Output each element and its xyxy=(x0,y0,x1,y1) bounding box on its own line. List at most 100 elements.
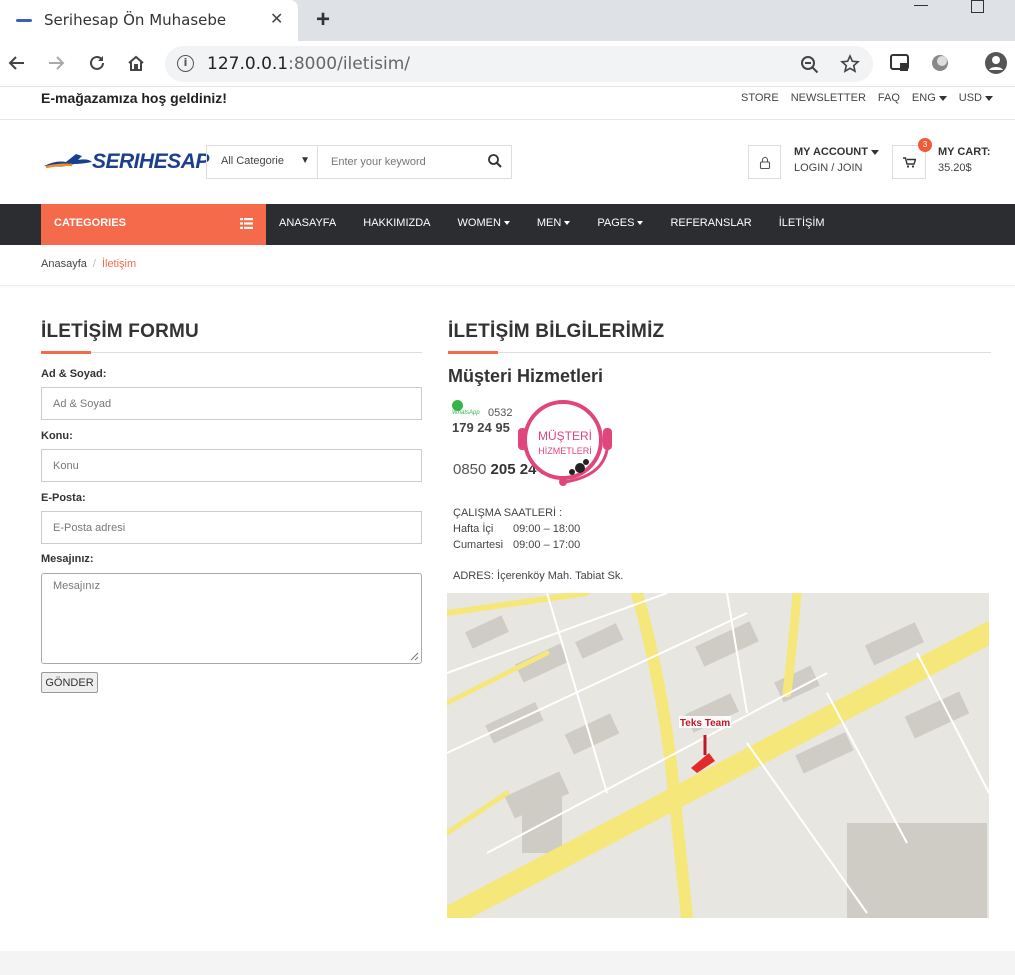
category-select[interactable]: All Categorie ▼ xyxy=(207,146,318,178)
horse-logo-icon xyxy=(44,154,92,169)
working-hours: ÇALIŞMA SAATLERİ : Hafta İçi 09:00 – 18:0… xyxy=(453,505,580,553)
list-icon xyxy=(240,218,253,229)
zoom-out-icon[interactable] xyxy=(800,55,820,75)
browser-tab[interactable]: Serihesap Ön Muhasebe ✕ xyxy=(0,0,298,41)
window-maximize-icon[interactable] xyxy=(971,0,984,13)
submit-button[interactable]: GÖNDER xyxy=(41,672,98,693)
bookmark-star-icon[interactable] xyxy=(840,54,860,74)
email-label: E-Posta: xyxy=(41,492,86,504)
reload-icon[interactable] xyxy=(87,53,107,73)
nav-item-hakkimizda[interactable]: HAKKIMIZDA xyxy=(363,217,430,229)
tab-title: Serihesap Ön Muhasebe xyxy=(44,11,227,29)
search-input[interactable] xyxy=(319,146,479,178)
breadcrumb: Anasayfa / İletişim xyxy=(41,258,136,270)
message-label: Mesajınız: xyxy=(41,553,94,565)
profile-avatar-icon[interactable] xyxy=(984,51,1008,75)
cart-total: 35.20$ xyxy=(938,162,972,174)
page-footer-band xyxy=(0,951,1015,975)
breadcrumb-home[interactable]: Anasayfa xyxy=(41,258,87,270)
customer-service-badge: MÜŞTERİ HİZMETLERİ xyxy=(518,400,612,486)
cart-title[interactable]: MY CART: xyxy=(938,146,990,158)
nav-item-iletisim[interactable]: İLETİŞİM xyxy=(779,217,825,229)
chevron-down-icon xyxy=(985,95,993,101)
badge-line-1: MÜŞTERİ xyxy=(538,429,592,443)
name-field[interactable] xyxy=(41,387,422,420)
welcome-message: E-mağazamıza hoş geldiniz! xyxy=(41,90,227,106)
language-dropdown[interactable]: ENG xyxy=(912,92,947,104)
resize-handle-icon[interactable] xyxy=(409,651,419,661)
address-text: ADRES: İçerenköy Mah. Tabiat Sk. xyxy=(453,570,624,582)
section-accent xyxy=(41,351,91,354)
whatsapp-number-prefix: 0532 xyxy=(488,407,513,419)
site-header: SERIHESAP All Categorie▼ MY ACCOUNT LOGI… xyxy=(0,120,1015,204)
tab-favicon-icon xyxy=(16,19,32,22)
nav-menu: ANASAYFA HAKKIMIZDA WOMEN MEN PAGES REFE… xyxy=(279,217,852,229)
nav-item-men[interactable]: MEN xyxy=(537,217,571,229)
tab-close-icon[interactable]: ✕ xyxy=(270,9,283,29)
breadcrumb-separator: / xyxy=(92,258,96,270)
login-join-link[interactable]: LOGIN / JOIN xyxy=(794,162,862,174)
nav-item-referanslar[interactable]: REFERANSLAR xyxy=(670,217,751,229)
back-icon[interactable] xyxy=(7,53,27,73)
search-icon[interactable] xyxy=(487,153,503,169)
extension-icon[interactable] xyxy=(929,52,951,74)
home-icon[interactable] xyxy=(126,53,146,73)
site-info-icon[interactable]: i xyxy=(177,55,194,72)
nav-item-women[interactable]: WOMEN xyxy=(458,217,510,229)
location-map[interactable]: Teks Team xyxy=(447,593,989,918)
cast-extension-icon[interactable] xyxy=(889,52,911,74)
chevron-down-icon xyxy=(938,95,947,101)
name-label: Ad & Soyad: xyxy=(41,368,107,380)
site-top-bar: E-mağazamıza hoş geldiniz! STORE NEWSLET… xyxy=(0,87,1015,120)
window-minimize-icon[interactable] xyxy=(914,5,928,6)
search-bar: All Categorie ▼ xyxy=(206,145,512,179)
main-nav: CATEGORIES ANASAYFA HAKKIMIZDA WOMEN MEN… xyxy=(0,204,1015,245)
address-bar[interactable]: i 127.0.0.1:8000/iletisim/ xyxy=(165,46,873,82)
section-divider xyxy=(448,352,991,353)
cart-count-badge: 3 xyxy=(918,138,932,152)
section-accent xyxy=(448,351,498,354)
new-tab-icon[interactable]: + xyxy=(316,6,330,34)
email-field[interactable] xyxy=(41,511,422,544)
contact-info-title: İLETİŞİM BİLGİLERİMİZ xyxy=(448,321,665,342)
message-field[interactable] xyxy=(41,573,422,664)
chevron-down-icon xyxy=(564,221,571,226)
section-divider xyxy=(41,352,422,353)
contact-form-title: İLETİŞİM FORMU xyxy=(41,321,199,342)
chevron-down-icon xyxy=(870,149,879,155)
top-links: STORE NEWSLETTER FAQ ENG USD xyxy=(741,92,993,104)
categories-button[interactable]: CATEGORIES xyxy=(41,204,266,245)
subject-label: Konu: xyxy=(41,430,73,442)
chevron-down-icon xyxy=(637,221,644,226)
browser-toolbar: i 127.0.0.1:8000/iletisim/ xyxy=(0,41,1015,87)
nav-item-anasayfa[interactable]: ANASAYFA xyxy=(279,217,336,229)
url-text[interactable]: 127.0.0.1:8000/iletisim/ xyxy=(207,54,410,74)
breadcrumb-divider xyxy=(0,285,1015,286)
account-dropdown[interactable]: MY ACCOUNT xyxy=(794,146,879,158)
breadcrumb-current: İletişim xyxy=(101,258,137,270)
forward-icon[interactable] xyxy=(46,53,66,73)
badge-line-2: HİZMETLERİ xyxy=(538,446,592,456)
lock-icon xyxy=(759,156,771,169)
currency-dropdown[interactable]: USD xyxy=(959,92,993,104)
hours-row: Cumartesi 09:00 – 17:00 xyxy=(453,539,581,551)
hours-row: Hafta İçi 09:00 – 18:00 xyxy=(453,523,581,535)
newsletter-link[interactable]: NEWSLETTER xyxy=(791,92,866,104)
map-marker-label: Teks Team xyxy=(680,718,730,729)
logo-text: SERIHESAP xyxy=(92,150,209,173)
account-button[interactable] xyxy=(748,145,781,179)
browser-tab-bar: Serihesap Ön Muhasebe ✕ + xyxy=(0,0,1015,41)
whatsapp-label: WhatsApp xyxy=(452,410,480,416)
hours-title: ÇALIŞMA SAATLERİ : xyxy=(453,507,563,519)
cart-icon xyxy=(903,157,916,168)
store-link[interactable]: STORE xyxy=(741,92,779,104)
site-logo[interactable]: SERIHESAP xyxy=(42,148,209,174)
nav-item-pages[interactable]: PAGES xyxy=(597,217,644,229)
chevron-down-icon xyxy=(503,221,510,226)
dropdown-triangle-icon: ▼ xyxy=(300,155,310,166)
subject-field[interactable] xyxy=(41,449,422,482)
customer-service-title: Müşteri Hizmetleri xyxy=(448,366,604,386)
whatsapp-number: 179 24 95 xyxy=(452,420,510,435)
categories-label: CATEGORIES xyxy=(54,217,126,229)
faq-link[interactable]: FAQ xyxy=(878,92,900,104)
